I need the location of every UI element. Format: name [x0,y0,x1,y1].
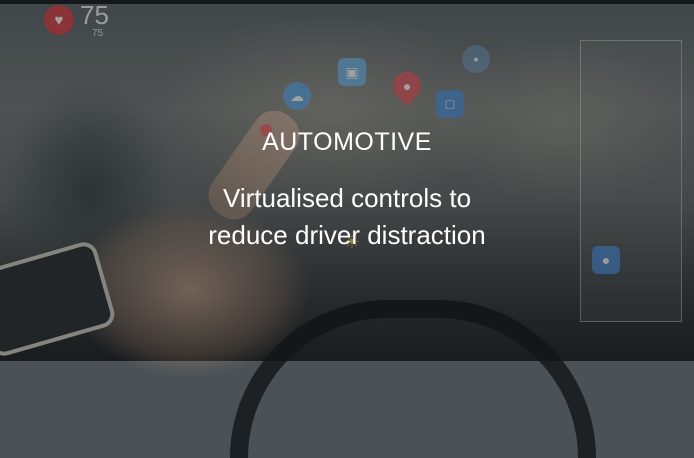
tagline-line-1: Virtualised controls to [222,183,472,213]
tagline-line-2: reduce driver distraction [208,220,486,250]
category-heading: AUTOMOTIVE [262,128,432,156]
tagline: Virtualised controls to reduce driver di… [0,180,694,254]
